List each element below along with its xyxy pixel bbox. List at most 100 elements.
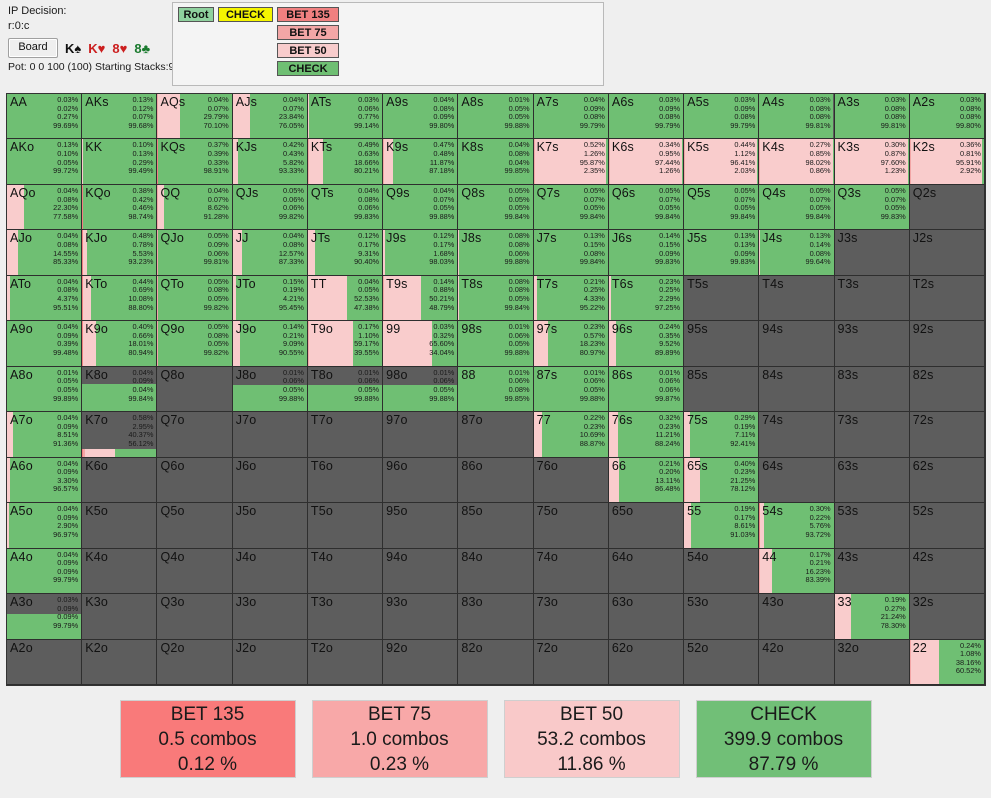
range-cell[interactable]: 96o — [383, 457, 459, 504]
range-cell[interactable]: Q2s — [909, 184, 985, 231]
range-cell[interactable]: 42o — [759, 639, 835, 685]
range-cell[interactable]: 0.38% 0.42% 0.46% 98.74% KQo — [82, 184, 158, 231]
range-cell[interactable]: T6o — [307, 457, 384, 504]
range-cell[interactable]: 95s — [684, 321, 760, 367]
range-cell[interactable]: 0.44% 0.69% 10.08% 88.80% KTo — [82, 275, 158, 322]
range-cell[interactable]: 65o — [608, 503, 685, 549]
range-cell[interactable]: Q8o — [157, 366, 233, 413]
range-cell[interactable]: K6o — [82, 457, 158, 504]
range-cell[interactable]: Q4o — [157, 548, 233, 595]
range-cell[interactable]: 0.10% 0.13% 0.29% 99.49% KK — [82, 139, 158, 185]
range-cell[interactable]: 0.04% 0.08% 0.06% 99.83% QTs — [307, 184, 384, 231]
range-cell[interactable]: 0.44% 1.12% 96.41% 2.03% K5s — [684, 139, 760, 185]
range-cell[interactable]: 0.21% 0.25% 4.33% 95.22% T7s — [533, 275, 609, 322]
range-cell[interactable]: 0.03% 0.08% 0.08% 99.81% A3s — [834, 94, 910, 140]
range-cell[interactable]: 0.03% 0.09% 0.08% 99.79% A5s — [684, 94, 760, 140]
range-cell[interactable]: 83s — [834, 366, 910, 413]
range-cell[interactable]: J3o — [232, 594, 308, 640]
range-cell[interactable]: 0.21% 0.20% 13.11% 86.48% 66 — [608, 457, 685, 504]
range-cell[interactable]: 95o — [383, 503, 459, 549]
range-cell[interactable]: 0.04% 0.08% 4.37% 95.51% ATo — [7, 275, 83, 322]
range-cell[interactable]: Q6o — [157, 457, 233, 504]
legend-item[interactable]: BET 135 0.5 combos 0.12 % — [119, 700, 296, 778]
range-cell[interactable]: 82o — [458, 639, 534, 685]
range-cell[interactable]: 63s — [834, 457, 910, 504]
tree-node-root[interactable]: Root — [178, 7, 214, 22]
range-cell[interactable]: 0.42% 0.43% 5.82% 93.33% KJs — [232, 139, 308, 185]
range-cell[interactable]: 0.23% 0.25% 2.29% 97.25% T6s — [608, 275, 685, 322]
range-cell[interactable]: 73o — [533, 594, 609, 640]
range-cell[interactable]: 0.24% 1.08% 38.16% 60.52% 22 — [909, 639, 985, 685]
range-cell[interactable]: 72s — [909, 412, 985, 458]
range-cell[interactable]: 0.29% 0.19% 7.11% 92.41% 75s — [684, 412, 760, 458]
tree-node-bet-50[interactable]: BET 50 — [277, 43, 339, 58]
range-cell[interactable]: 0.40% 0.66% 18.01% 80.94% K9o — [82, 321, 158, 367]
range-cell[interactable]: T7o — [307, 412, 384, 458]
tree-node-bet-135[interactable]: BET 135 — [277, 7, 339, 22]
range-cell[interactable]: 43s — [834, 548, 910, 595]
range-cell[interactable]: 0.04% 0.08% 14.55% 85.33% AJo — [7, 230, 83, 276]
range-cell[interactable]: 0.05% 0.09% 0.06% 99.81% QJo — [157, 230, 233, 276]
range-cell[interactable]: 0.04% 0.09% 0.04% 99.84% K8o — [82, 366, 158, 413]
range-cell[interactable]: 0.04% 0.08% 12.57% 87.33% JJ — [232, 230, 308, 276]
range-cell[interactable]: 76o — [533, 457, 609, 504]
range-cell[interactable]: 52o — [684, 639, 760, 685]
range-cell[interactable]: T3o — [307, 594, 384, 640]
range-cell[interactable]: 0.05% 0.07% 0.05% 99.84% Q6s — [608, 184, 685, 231]
range-cell[interactable]: J7o — [232, 412, 308, 458]
range-cell[interactable]: 0.32% 0.23% 11.21% 88.24% 76s — [608, 412, 685, 458]
range-cell[interactable]: 0.15% 0.19% 4.21% 95.45% JTo — [232, 275, 308, 322]
range-cell[interactable]: T4s — [759, 275, 835, 322]
range-cell[interactable]: 0.24% 0.35% 9.52% 89.89% 96s — [608, 321, 685, 367]
range-cell[interactable]: 0.04% 0.09% 2.90% 96.97% A5o — [7, 503, 83, 549]
range-cell[interactable]: 0.34% 0.95% 97.44% 1.26% K6s — [608, 139, 685, 185]
range-cell[interactable]: J3s — [834, 230, 910, 276]
range-cell[interactable]: 0.14% 0.15% 0.09% 99.83% J6s — [608, 230, 685, 276]
range-cell[interactable]: 0.05% 0.07% 0.05% 99.84% Q5s — [684, 184, 760, 231]
range-cell[interactable]: 0.04% 0.09% 0.09% 99.79% A4o — [7, 548, 83, 595]
range-cell[interactable]: 0.13% 0.14% 0.08% 99.64% J4s — [759, 230, 835, 276]
legend-item[interactable]: CHECK 399.9 combos 87.79 % — [695, 700, 872, 778]
tree-node-check-selected[interactable]: CHECK — [218, 7, 273, 22]
range-cell[interactable]: 97o — [383, 412, 459, 458]
range-cell[interactable]: 0.08% 0.08% 0.05% 99.84% T8s — [458, 275, 534, 322]
board-button[interactable]: Board — [8, 38, 58, 58]
range-cell[interactable]: 0.05% 0.06% 0.06% 99.82% QJs — [232, 184, 308, 231]
range-cell[interactable]: 0.01% 0.06% 0.05% 99.88% T8o — [307, 366, 384, 413]
range-cell[interactable]: 0.04% 0.09% 0.39% 99.48% A9o — [7, 321, 83, 367]
range-cell[interactable]: 0.03% 0.08% 0.08% 99.80% A2s — [909, 94, 985, 140]
range-cell[interactable]: 64o — [608, 548, 685, 595]
range-cell[interactable]: 43o — [759, 594, 835, 640]
range-cell[interactable]: 0.58% 2.95% 40.37% 56.12% K7o — [82, 412, 158, 458]
range-cell[interactable]: 0.40% 0.23% 21.25% 78.12% 65s — [684, 457, 760, 504]
range-cell[interactable]: 72o — [533, 639, 609, 685]
range-cell[interactable]: 53s — [834, 503, 910, 549]
range-cell[interactable]: T3s — [834, 275, 910, 322]
range-cell[interactable]: 0.01% 0.06% 0.08% 99.85% 88 — [458, 366, 534, 413]
range-cell[interactable]: 92s — [909, 321, 985, 367]
hand-range-grid[interactable]: 0.03% 0.02% 0.27% 99.69% AA 0.13% 0.12% 0.07% 99… — [6, 93, 986, 686]
range-cell[interactable]: J5o — [232, 503, 308, 549]
range-cell[interactable]: 42s — [909, 548, 985, 595]
range-cell[interactable]: 32o — [834, 639, 910, 685]
range-cell[interactable]: 0.05% 0.07% 0.05% 99.84% Q4s — [759, 184, 835, 231]
range-cell[interactable]: 0.04% 0.08% 0.09% 99.80% A9s — [383, 94, 459, 140]
range-cell[interactable]: K4o — [82, 548, 158, 595]
range-cell[interactable]: Q5o — [157, 503, 233, 549]
range-cell[interactable]: 64s — [759, 457, 835, 504]
range-cell[interactable]: Q3o — [157, 594, 233, 640]
range-cell[interactable]: 0.03% 0.08% 0.08% 99.81% A4s — [759, 94, 835, 140]
range-cell[interactable]: 0.03% 0.09% 0.08% 99.79% A6s — [608, 94, 685, 140]
range-cell[interactable]: 0.04% 0.07% 23.84% 76.05% AJs — [232, 94, 308, 140]
range-cell[interactable]: 0.13% 0.15% 0.08% 99.84% J7s — [533, 230, 609, 276]
range-cell[interactable]: K3o — [82, 594, 158, 640]
range-cell[interactable]: 0.04% 0.09% 3.30% 96.57% A6o — [7, 457, 83, 504]
range-cell[interactable]: 84o — [458, 548, 534, 595]
range-cell[interactable]: 0.27% 0.85% 98.02% 0.86% K4s — [759, 139, 835, 185]
range-cell[interactable]: 0.13% 0.12% 0.07% 99.68% AKs — [82, 94, 158, 140]
range-cell[interactable]: 53o — [684, 594, 760, 640]
range-cell[interactable]: 0.14% 0.21% 9.09% 90.55% J9o — [232, 321, 308, 367]
range-cell[interactable]: 0.47% 0.48% 11.87% 87.18% K9s — [383, 139, 459, 185]
range-cell[interactable]: 85s — [684, 366, 760, 413]
range-cell[interactable]: 0.04% 0.07% 29.79% 70.10% AQs — [157, 94, 233, 140]
